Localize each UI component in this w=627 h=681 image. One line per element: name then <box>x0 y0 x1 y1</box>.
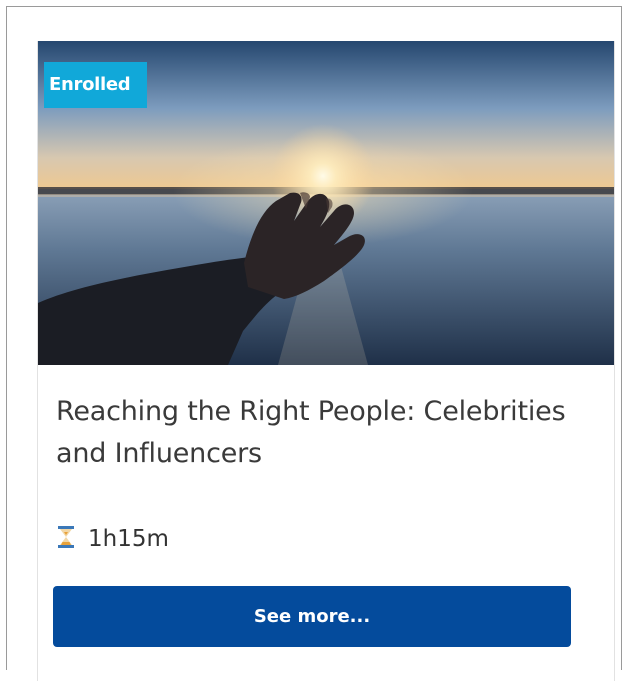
course-duration: 1h15m <box>58 521 169 557</box>
see-more-button[interactable]: See more... <box>53 586 571 647</box>
hourglass-icon <box>58 526 74 552</box>
course-title[interactable]: Reaching the Right People: Celebrities a… <box>56 391 601 475</box>
duration-text: 1h15m <box>88 526 169 552</box>
enrolled-badge: Enrolled <box>44 62 148 108</box>
outer-frame: Enrolled Reaching the Right People: Cele… <box>6 6 622 681</box>
course-thumbnail: Enrolled <box>38 41 614 365</box>
course-card: Enrolled Reaching the Right People: Cele… <box>37 41 615 681</box>
